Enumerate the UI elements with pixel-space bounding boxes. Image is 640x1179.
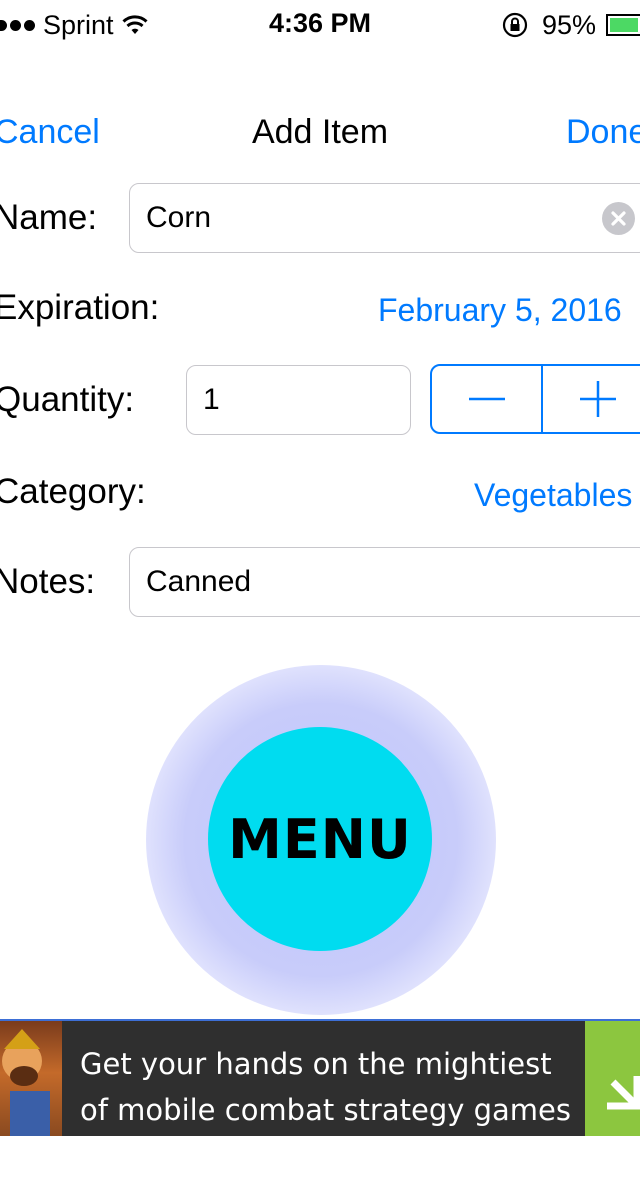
battery-percent: 95% <box>541 9 596 40</box>
category-label: Category: <box>0 472 146 511</box>
name-input[interactable]: Corn <box>129 183 640 253</box>
name-value: Corn <box>146 201 212 234</box>
clear-text-icon[interactable] <box>602 202 635 235</box>
rotation-lock-icon <box>502 12 528 38</box>
ad-download-button[interactable] <box>585 1021 640 1136</box>
notes-input[interactable]: Canned <box>129 547 640 617</box>
done-button[interactable]: Done <box>566 110 640 154</box>
status-right: 95% <box>502 8 640 42</box>
ad-text: Get your hands on the mightiest of mobil… <box>80 1047 572 1173</box>
quantity-value: 1 <box>203 383 220 416</box>
minus-icon <box>468 397 505 401</box>
expiration-date-button[interactable]: February 5, 2016 <box>378 288 622 332</box>
battery-fill <box>610 18 638 32</box>
cancel-button[interactable]: Cancel <box>0 110 100 154</box>
quantity-input[interactable]: 1 <box>186 365 411 435</box>
quantity-label: Quantity: <box>0 380 135 419</box>
menu-button[interactable]: MENU <box>208 727 432 951</box>
quantity-stepper[interactable] <box>430 364 640 434</box>
category-button[interactable]: Vegetables <box>474 473 632 517</box>
ad-banner[interactable]: Get your hands on the mightiest of mobil… <box>0 1019 640 1173</box>
name-label: Name: <box>0 198 98 237</box>
notes-label: Notes: <box>0 562 96 601</box>
menu-label: MENU <box>228 807 412 871</box>
decrement-button[interactable] <box>432 366 543 432</box>
download-arrow-icon <box>607 1076 640 1110</box>
notes-value: Canned <box>146 565 252 598</box>
plus-icon <box>579 381 616 417</box>
ad-game-thumbnail <box>0 1021 62 1136</box>
increment-button[interactable] <box>543 366 640 432</box>
expiration-label: Expiration: <box>0 288 160 327</box>
status-bar: Sprint 4:36 PM 95% <box>0 0 640 48</box>
battery-icon <box>606 14 640 36</box>
